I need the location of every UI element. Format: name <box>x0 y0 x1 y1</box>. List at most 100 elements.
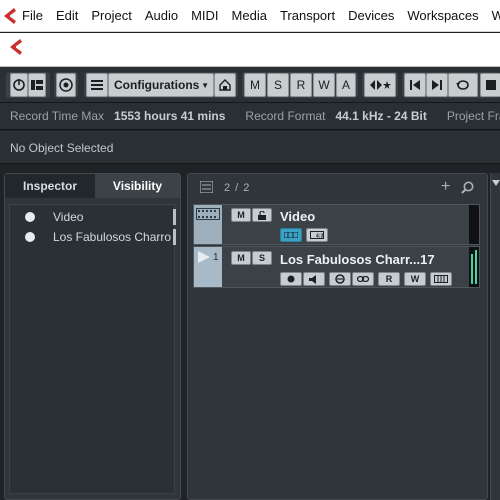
menu-audio[interactable]: Audio <box>145 8 178 23</box>
lanes-icon <box>357 276 369 282</box>
project-toolbar: Configurations ▼ M S R W A <box>0 67 500 103</box>
keyboard-icon[interactable] <box>430 272 452 286</box>
write-all-button[interactable]: W <box>313 73 335 97</box>
track-color-strip[interactable]: 1 <box>194 247 222 287</box>
write-automation-button[interactable]: W <box>404 272 426 286</box>
solo-label: S <box>258 253 265 263</box>
menu-edit[interactable]: Edit <box>56 8 78 23</box>
edit-channel-icon <box>335 274 345 284</box>
solo-all-label: S <box>273 78 282 92</box>
track-meter <box>469 247 479 287</box>
activate-project-icon[interactable] <box>10 73 28 97</box>
record-time-value[interactable]: 1553 hours 41 mins <box>114 109 235 123</box>
automation-label: A <box>341 78 350 92</box>
search-icon[interactable] <box>461 181 474 197</box>
write-all-label: W <box>318 78 330 92</box>
visibility-dot-icon[interactable] <box>25 212 35 222</box>
read-all-label: R <box>296 78 306 92</box>
menu-workspaces[interactable]: Workspaces <box>407 8 478 23</box>
lock-button[interactable] <box>252 208 272 222</box>
collapse-arrow-icon[interactable] <box>492 179 500 187</box>
visibility-item-audio[interactable]: Los Fabulosos Charro <box>10 227 176 247</box>
tab-inspector[interactable]: Inspector <box>5 174 95 198</box>
menu-bar: File Edit Project Audio MIDI Media Trans… <box>0 0 500 32</box>
mute-all-label: M <box>250 78 260 92</box>
cubase-logo-icon[interactable] <box>0 0 20 32</box>
cycle-icon[interactable] <box>448 73 478 97</box>
track-color-bar <box>173 229 176 245</box>
go-to-end-icon[interactable] <box>426 73 448 97</box>
edit-channel-button[interactable] <box>329 272 351 286</box>
track-meter <box>469 205 479 244</box>
menu-window[interactable]: Wi <box>492 8 500 23</box>
record-icon <box>287 275 295 283</box>
thumbnails-icon <box>284 232 298 238</box>
menu-project[interactable]: Project <box>91 8 131 23</box>
store-configuration-icon[interactable] <box>214 73 236 97</box>
layout-icon[interactable] <box>28 73 46 97</box>
video-edit-icon: 4:3 <box>310 231 324 239</box>
left-zone-tabs: Inspector Visibility <box>5 174 180 198</box>
track-name[interactable]: Los Fabulosos Charr...17 <box>280 252 435 267</box>
stop-icon[interactable] <box>480 73 500 97</box>
track-list-menu-icon[interactable] <box>199 180 214 196</box>
automation-button[interactable]: A <box>336 73 356 97</box>
visibility-item-label: Video <box>53 210 84 224</box>
configurations-dropdown[interactable]: Configurations ▼ <box>108 73 214 97</box>
mute-all-button[interactable]: M <box>244 73 266 97</box>
lock-icon <box>258 210 266 220</box>
menu-transport[interactable]: Transport <box>280 8 335 23</box>
menu-devices[interactable]: Devices <box>348 8 394 23</box>
visibility-dot-icon[interactable] <box>25 232 35 242</box>
solo-all-button[interactable]: S <box>267 73 289 97</box>
record-enable-button[interactable] <box>280 272 302 286</box>
mute-button[interactable]: M <box>231 208 251 222</box>
write-label: W <box>410 274 420 284</box>
show-thumbnails-button[interactable] <box>280 228 302 242</box>
lanes-button[interactable] <box>352 272 374 286</box>
solo-button[interactable]: S <box>252 251 272 265</box>
film-strip-icon <box>196 208 220 220</box>
track-list-header: 2 / 2 + <box>188 174 487 202</box>
right-zone-edge <box>490 173 500 500</box>
speaker-icon <box>309 274 316 284</box>
read-label: R <box>385 274 393 284</box>
mute-label: M <box>237 253 245 263</box>
left-zone: Inspector Visibility Video Los Fabulosos… <box>4 173 181 500</box>
record-time-label: Record Time Max <box>10 109 105 123</box>
visibility-item-video[interactable]: Video <box>10 207 176 227</box>
video-track[interactable]: M Video 4:3 <box>193 204 480 245</box>
visibility-item-label: Los Fabulosos Charro <box>53 230 172 244</box>
read-automation-button[interactable]: R <box>378 272 400 286</box>
menu-midi[interactable]: MIDI <box>191 8 218 23</box>
add-track-icon[interactable]: + <box>441 178 450 196</box>
no-object-text: No Object Selected <box>10 141 114 155</box>
mute-button[interactable]: M <box>231 251 251 265</box>
mute-label: M <box>237 210 245 220</box>
track-name[interactable]: Video <box>280 209 315 224</box>
menu-media[interactable]: Media <box>232 8 267 23</box>
configurations-list-icon[interactable] <box>86 73 108 97</box>
project-frame-label: Project Fram <box>446 109 500 123</box>
project-track-list: 2 / 2 + M Video 4:3 1 M S Los Fabulosos … <box>187 173 488 500</box>
menu-file[interactable]: File <box>22 8 43 23</box>
track-count: 2 / 2 <box>224 182 251 194</box>
dropdown-arrow-icon: ▼ <box>201 80 209 90</box>
configurations-label: Configurations <box>114 78 200 92</box>
visibility-list: Video Los Fabulosos Charro <box>9 204 176 494</box>
track-selected-flag-icon <box>198 251 210 263</box>
autoscroll-icon[interactable] <box>364 73 396 97</box>
info-line: No Object Selected <box>0 131 500 164</box>
video-edit-button[interactable]: 4:3 <box>306 228 328 242</box>
go-to-start-icon[interactable] <box>404 73 426 97</box>
record-format-label: Record Format <box>245 109 326 123</box>
record-format-value[interactable]: 44.1 kHz - 24 Bit <box>335 109 436 123</box>
status-line: Record Time Max 1553 hours 41 mins Recor… <box>0 103 500 130</box>
constrain-delay-icon[interactable] <box>56 73 76 97</box>
track-color-strip[interactable] <box>194 205 222 244</box>
read-all-button[interactable]: R <box>290 73 312 97</box>
track-color-bar <box>173 209 176 225</box>
audio-track[interactable]: 1 M S Los Fabulosos Charr...17 R W <box>193 246 480 288</box>
tab-visibility[interactable]: Visibility <box>95 174 180 198</box>
monitor-button[interactable] <box>303 272 325 286</box>
